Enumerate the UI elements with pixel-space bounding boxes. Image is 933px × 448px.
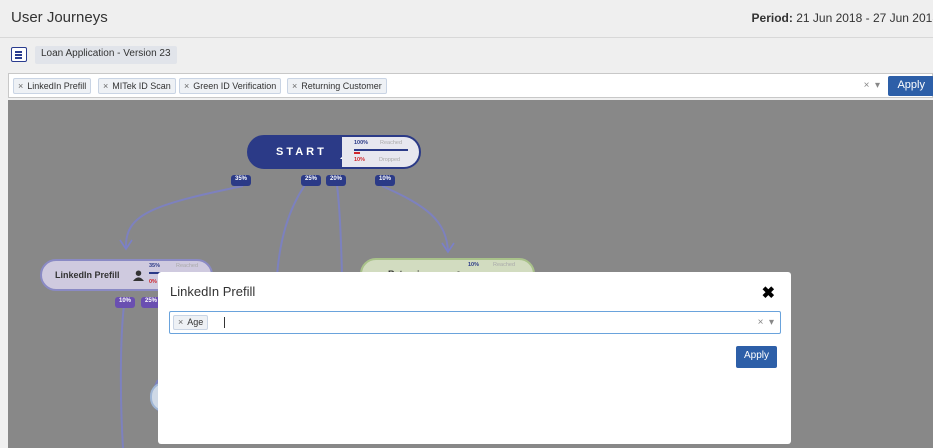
attribute-select-input[interactable]: × Age × ▾ xyxy=(169,311,781,334)
edge-start-linkedin xyxy=(124,185,244,249)
linkedin-reached-pct: 35% xyxy=(149,263,161,269)
selected-chip-age[interactable]: × Age xyxy=(173,315,209,330)
linkedin-reached-label: Reached xyxy=(176,263,199,269)
edge-badge: 10% xyxy=(375,175,396,186)
modal-apply-button[interactable]: Apply xyxy=(736,346,778,368)
modal-title: LinkedIn Prefill xyxy=(170,284,256,299)
edge-start-returning xyxy=(381,185,449,253)
start-node[interactable]: START 100% Reached 10% Dropped xyxy=(247,135,421,169)
user-icon xyxy=(133,270,144,281)
text-caret xyxy=(224,317,225,328)
start-reached-label: Reached xyxy=(380,140,403,146)
start-reached-pct: 100% xyxy=(354,140,369,146)
start-dropped-bar xyxy=(354,152,360,154)
returning-reached-pct: 10% xyxy=(468,262,480,268)
edge-badge: 25% xyxy=(301,175,322,186)
start-label: START xyxy=(276,146,327,158)
edge-start-a xyxy=(276,184,306,276)
edge-badge: 10% xyxy=(115,297,136,308)
chevron-down-icon[interactable]: ▾ xyxy=(769,317,774,328)
start-stats: 100% Reached 10% Dropped xyxy=(342,137,419,167)
returning-reached-label: Reached xyxy=(493,262,516,268)
filter-modal: LinkedIn Prefill ✖ × Age × ▾ Apply xyxy=(158,272,791,444)
close-icon[interactable]: ✖ xyxy=(762,283,775,303)
edge-linkedin-down xyxy=(119,304,125,448)
select-controls[interactable]: × ▾ xyxy=(758,317,774,328)
clear-icon[interactable]: × xyxy=(758,317,764,328)
edge-badge: 20% xyxy=(326,175,347,186)
start-reached-bar xyxy=(354,149,408,151)
remove-icon[interactable]: × xyxy=(178,317,183,327)
edge-badge: 35% xyxy=(231,175,252,186)
edge-start-b xyxy=(336,184,343,276)
node-label: LinkedIn Prefill xyxy=(55,270,120,280)
linkedin-dropped-pct: 0% xyxy=(149,279,157,285)
start-dropped-label: Dropped xyxy=(379,157,401,163)
start-dropped-pct: 10% xyxy=(354,157,366,163)
